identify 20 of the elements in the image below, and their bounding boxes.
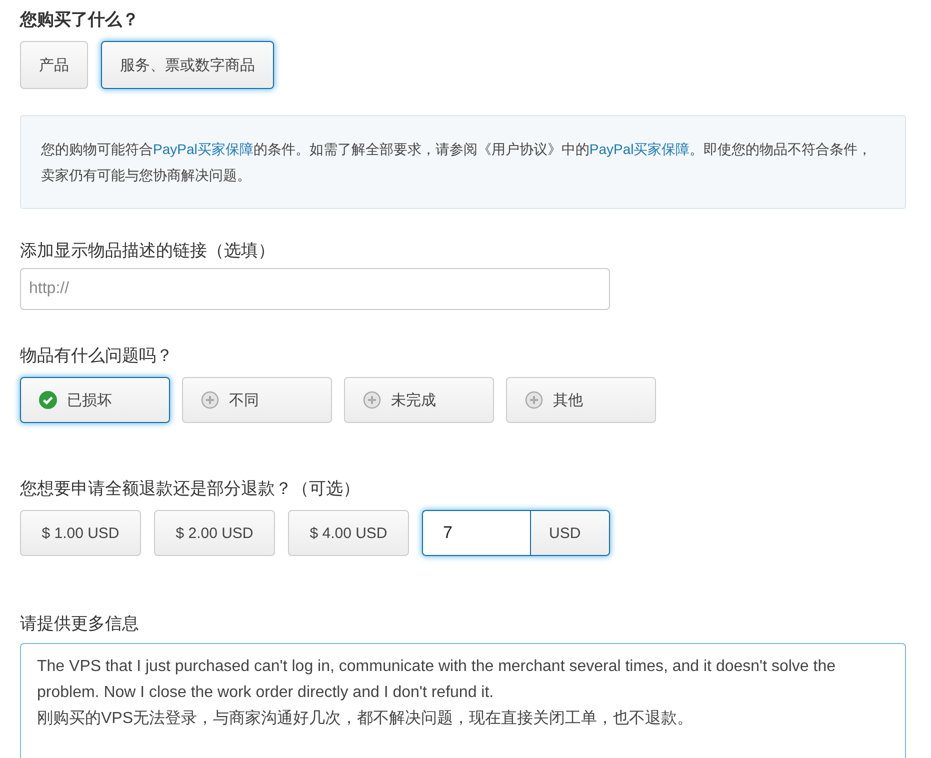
currency-button[interactable]: USD — [530, 510, 610, 556]
protection-notice: 您的购物可能符合PayPal买家保障的条件。如需了解全部要求，请参阅《用户协议》中的PayPal买家保障。即使您的物品不符合条件，卖家仍有可能与您协商解决问题。 — [20, 115, 906, 209]
field-label: 请提供更多信息 — [20, 613, 139, 635]
issue-button[interactable]: 已损坏 — [20, 377, 170, 423]
issue-button[interactable]: 其他 — [506, 377, 656, 423]
amount-button[interactable]: $ 2.00 USD — [154, 510, 275, 556]
url-field[interactable]: http:// — [20, 268, 610, 310]
amount-button[interactable]: $ 4.00 USD — [288, 510, 409, 556]
question-label: 物品有什么问题吗？ — [20, 345, 173, 367]
question-label: 您想要申请全额退款还是部分退款？（可选） — [20, 478, 360, 500]
protection-link[interactable]: PayPal买家保障 — [589, 141, 690, 157]
question-heading: 您购买了什么？ — [20, 9, 139, 31]
field-label: 添加显示物品描述的链接（选填） — [20, 240, 275, 262]
protection-link[interactable]: PayPal买家保障 — [153, 141, 254, 157]
issue-button[interactable]: 不同 — [182, 377, 332, 423]
issue-button[interactable]: 未完成 — [344, 377, 494, 423]
amount-button[interactable]: $ 1.00 USD — [20, 510, 141, 556]
option-button[interactable]: 产品 — [20, 41, 88, 89]
option-button[interactable]: 服务、票或数字商品 — [101, 41, 274, 89]
message-field[interactable]: The VPS that I just purchased can't log in, communicate with the merchant several times, and it doesn't solve the problem. Now I close the work order directly and I don't refund it. 刚购买的VPS无法登录，与商家沟通好几次，都不解决问题，现在直接关闭工单，也不退款。 — [20, 643, 906, 758]
